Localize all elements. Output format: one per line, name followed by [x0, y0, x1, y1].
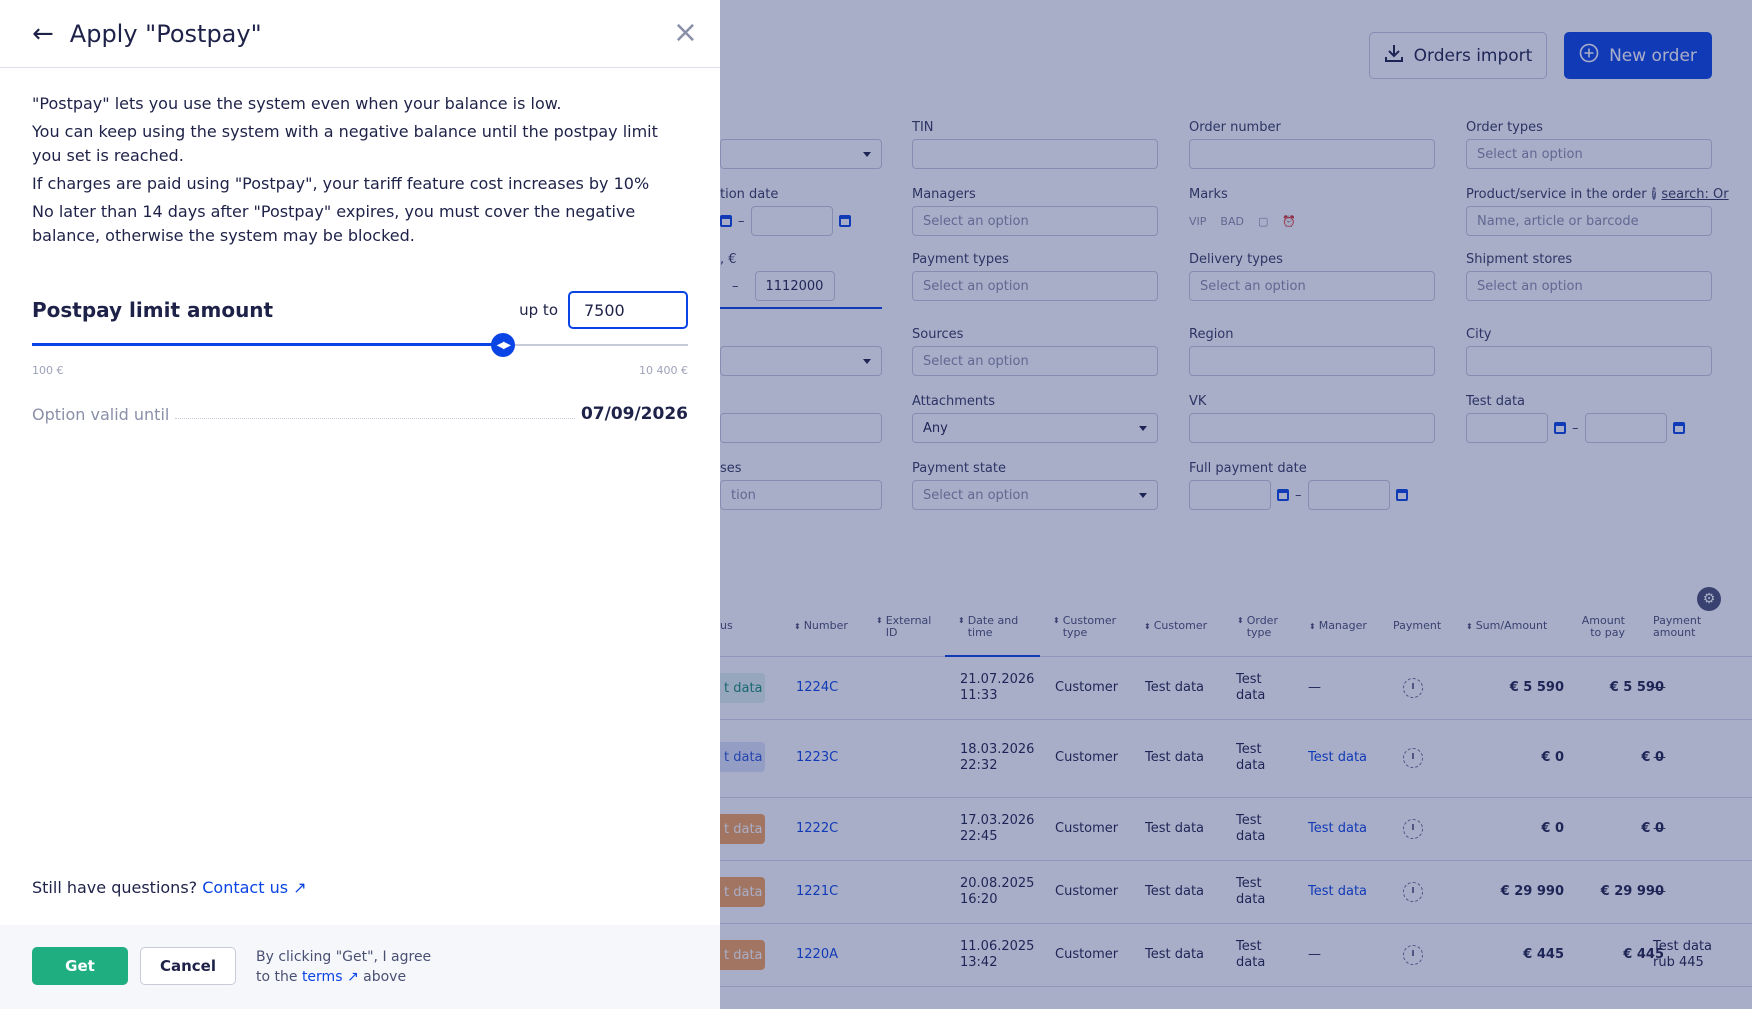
- limit-title: Postpay limit amount: [32, 298, 274, 322]
- valid-date: 07/09/2026: [580, 404, 688, 424]
- postpay-description: "Postpay" lets you use the system even w…: [32, 94, 658, 245]
- cancel-button[interactable]: Cancel: [140, 947, 236, 985]
- external-link-icon: ↗: [293, 878, 307, 897]
- valid-until-row: Option valid until 07/09/2026: [32, 404, 688, 424]
- limit-row: Postpay limit amount up to: [32, 290, 688, 330]
- agreement-text: By clicking "Get", I agree to the terms …: [256, 949, 432, 985]
- slider-min-label: 100 €: [32, 364, 64, 377]
- panel-footer: Get Cancel By clicking "Get", I agree to…: [0, 925, 720, 1009]
- questions-line: Still have questions? Contact us ↗: [32, 878, 307, 897]
- slider-fill: [32, 343, 504, 346]
- limit-amount-input[interactable]: [568, 291, 688, 329]
- close-icon[interactable]: ×: [673, 18, 698, 48]
- panel-title: Apply "Postpay": [69, 19, 262, 48]
- slider-handle[interactable]: ◀▶: [491, 333, 516, 357]
- arrow-left-icon[interactable]: ←: [32, 21, 54, 47]
- postpay-panel: ← Apply "Postpay" × "Postpay" lets you u…: [0, 0, 720, 1009]
- panel-header: ← Apply "Postpay" ×: [0, 0, 720, 68]
- contact-us-link[interactable]: Contact us ↗: [202, 878, 306, 897]
- get-button[interactable]: Get: [32, 947, 128, 985]
- limit-slider[interactable]: ◀▶: [32, 333, 688, 357]
- upto-label: up to: [519, 301, 558, 319]
- slider-max-label: 10 400 €: [639, 364, 688, 377]
- external-link-icon: ↗: [346, 969, 359, 985]
- terms-link[interactable]: terms ↗: [302, 969, 359, 985]
